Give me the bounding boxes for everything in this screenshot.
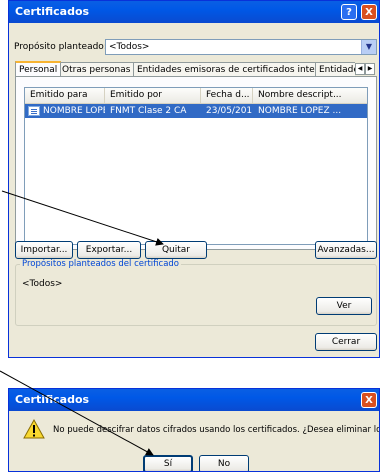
purposes-value: <Todos> xyxy=(22,279,63,289)
close-window-button[interactable]: X xyxy=(361,4,377,20)
chevron-left-icon[interactable]: ◀ xyxy=(355,63,365,75)
table-row[interactable]: NOMBRE LOPEZ ... FNMT Clase 2 CA 23/05/2… xyxy=(25,104,367,118)
confirm-message: No puede descifrar datos cifrados usando… xyxy=(53,425,379,435)
column-issued-to[interactable]: Emitido para xyxy=(25,88,105,103)
cell-issued-by: FNMT Clase 2 CA xyxy=(110,106,187,116)
confirm-title-bar: Certificados X xyxy=(9,389,379,411)
column-date[interactable]: Fecha d... xyxy=(201,88,253,103)
warning-icon xyxy=(23,419,45,439)
help-button[interactable]: ? xyxy=(341,4,357,20)
advanced-button[interactable]: Avanzadas... xyxy=(315,241,377,259)
import-button[interactable]: Importar... xyxy=(15,241,73,259)
tab-otras-personas[interactable]: Otras personas xyxy=(58,62,135,77)
column-friendly-name[interactable]: Nombre descript... xyxy=(253,88,367,103)
purpose-select[interactable]: <Todos> ▼ xyxy=(105,39,377,55)
yes-button[interactable]: Sí xyxy=(143,455,193,471)
certificate-icon xyxy=(28,106,40,116)
confirm-dialog-title: Certificados xyxy=(15,393,90,406)
confirm-dialog: Certificados X No puede descifrar datos … xyxy=(8,388,380,472)
cell-date: 23/05/2010 xyxy=(206,106,252,116)
purpose-select-value: <Todos> xyxy=(109,42,150,52)
dialog-title: Certificados xyxy=(15,5,90,18)
chevron-right-icon[interactable]: ▶ xyxy=(365,63,375,75)
remove-button[interactable]: Quitar xyxy=(145,241,207,259)
tab-strip: Otras personas Entidades emisoras de cer… xyxy=(15,61,377,77)
export-button[interactable]: Exportar... xyxy=(77,241,141,259)
confirm-close-window-button[interactable]: X xyxy=(361,392,377,408)
cell-issued-to: NOMBRE LOPEZ ... xyxy=(43,106,105,116)
certificate-list[interactable]: Emitido para Emitido por Fecha d... Nomb… xyxy=(24,87,368,245)
column-issued-by[interactable]: Emitido por xyxy=(105,88,201,103)
purposes-group-title: Propósitos planteados del certificado xyxy=(20,259,181,269)
close-button[interactable]: Cerrar xyxy=(315,333,377,351)
chevron-down-icon[interactable]: ▼ xyxy=(361,40,376,54)
no-button[interactable]: No xyxy=(199,455,249,471)
purposes-group: Propósitos planteados del certificado <T… xyxy=(15,259,377,326)
cell-friendly-name: NOMBRE LOPEZ ... xyxy=(258,106,342,116)
tab-panel: Emitido para Emitido por Fecha d... Nomb… xyxy=(15,76,377,250)
tab-scroll-buttons: ◀ ▶ xyxy=(355,61,377,77)
list-header: Emitido para Emitido por Fecha d... Nomb… xyxy=(25,88,367,104)
tab-personal[interactable]: Personal xyxy=(15,61,62,77)
title-bar: Certificados ? X xyxy=(9,1,379,23)
purpose-label: Propósito planteado: xyxy=(14,42,107,52)
view-button[interactable]: Ver xyxy=(316,297,372,315)
certificates-dialog: Certificados ? X Propósito planteado: <T… xyxy=(8,0,380,358)
